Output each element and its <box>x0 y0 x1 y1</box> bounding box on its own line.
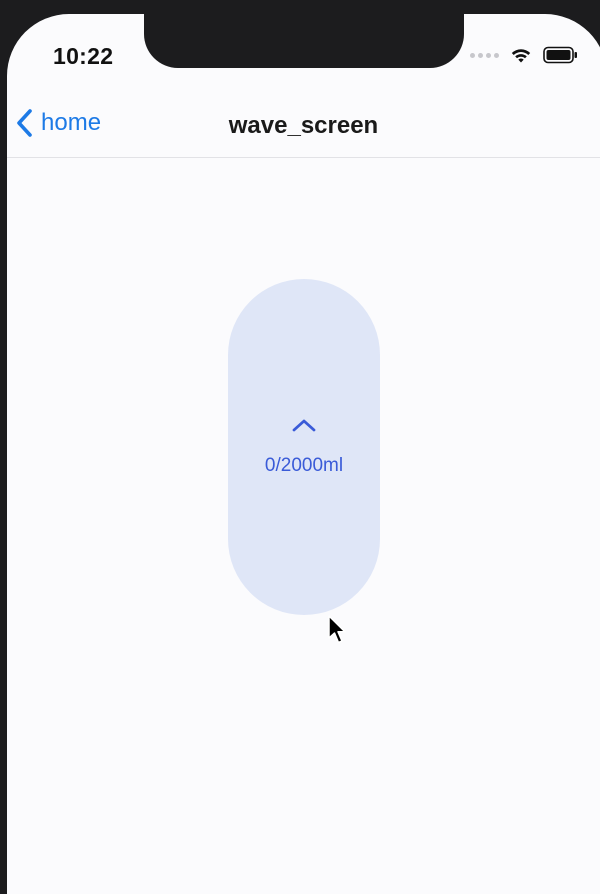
device-notch <box>144 14 464 68</box>
status-time: 10:22 <box>53 43 114 69</box>
app-screen: 10:22 home wave_screen 0/2000ml <box>7 14 600 894</box>
mouse-pointer-icon <box>328 615 346 644</box>
wifi-icon <box>511 49 531 63</box>
navigation-bar: home wave_screen <box>7 97 600 158</box>
device-frame: 10:22 home wave_screen 0/2000ml <box>0 0 600 894</box>
battery-icon <box>543 46 577 64</box>
water-amount-label: 0/2000ml <box>264 455 344 476</box>
chevron-up-icon <box>292 419 316 432</box>
page-title: wave_screen <box>228 112 379 139</box>
cellular-dots-icon <box>470 52 499 58</box>
water-intake-button[interactable]: 0/2000ml <box>228 279 380 615</box>
status-icons <box>470 46 579 64</box>
pill-arrow-wrap <box>228 417 380 433</box>
